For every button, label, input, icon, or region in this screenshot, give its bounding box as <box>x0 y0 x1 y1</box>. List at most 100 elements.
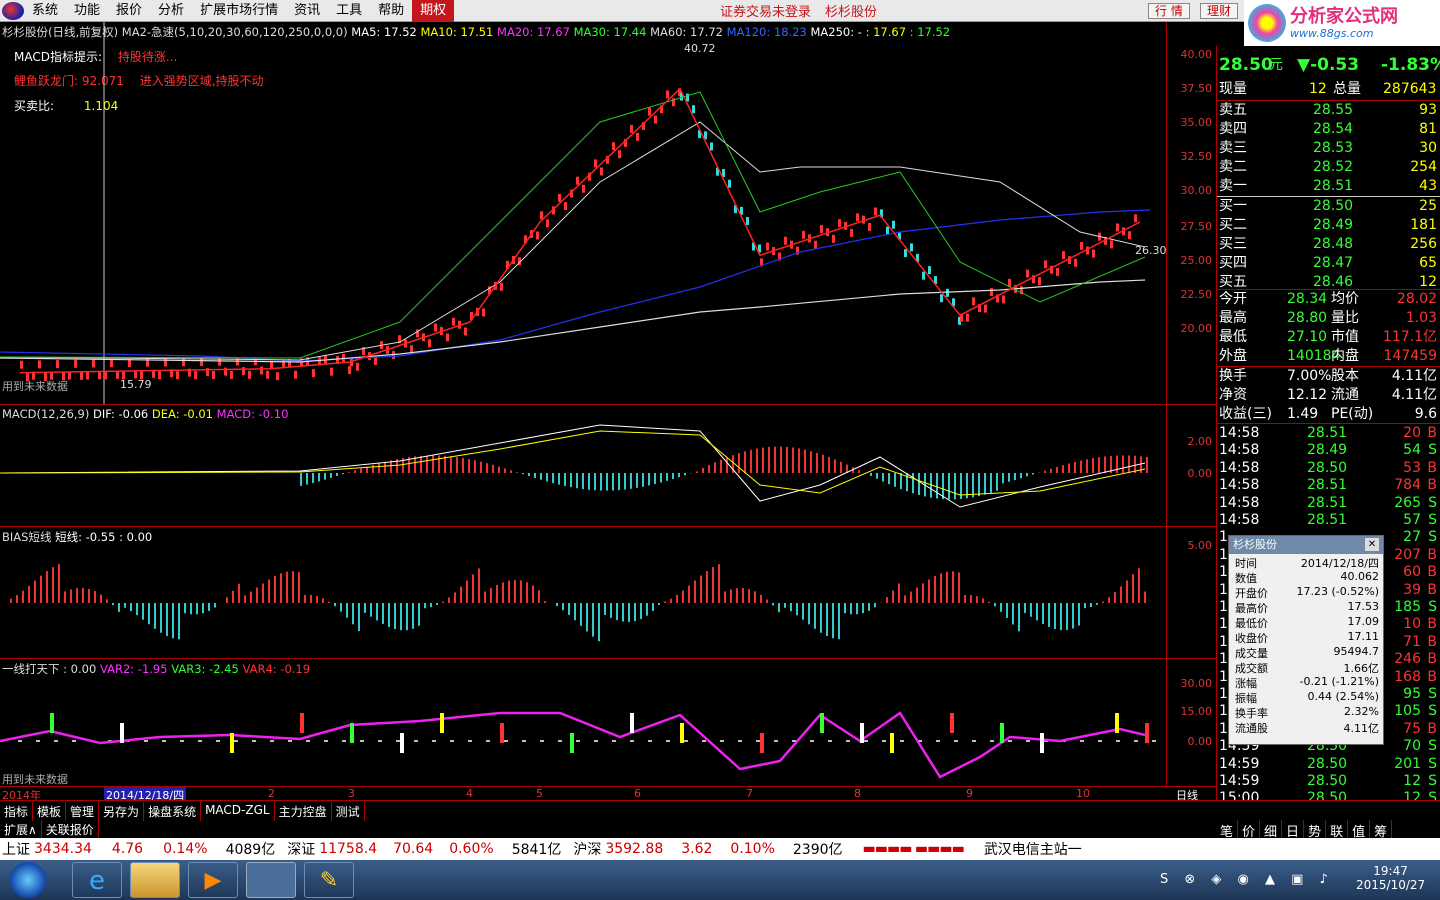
indicator-tab[interactable]: 模板 <box>33 802 67 821</box>
candle <box>20 360 23 369</box>
tick-volume: 12 <box>1403 773 1421 789</box>
macd-panel[interactable]: MACD(12,26,9) DIF: -0.06 DEA: -0.01 MACD… <box>0 404 1216 526</box>
sell-price: 28.52 <box>1313 159 1354 175</box>
finance-button[interactable]: 理财 <box>1200 3 1239 19</box>
ie-icon[interactable]: e <box>72 862 122 898</box>
tick-direction: S <box>1428 703 1437 720</box>
bias-bar <box>544 601 546 603</box>
popup-row: 最高价 17.53 <box>1229 599 1383 615</box>
start-button-icon[interactable] <box>10 862 46 898</box>
menu-news[interactable]: 资讯 <box>286 0 328 22</box>
sz-pct: 0.60% <box>449 841 494 857</box>
menu-help[interactable]: 帮助 <box>370 0 412 22</box>
menu-extended-market[interactable]: 扩展市场行情 <box>192 0 286 22</box>
candle <box>1116 223 1119 232</box>
bias-bar <box>484 591 486 603</box>
login-status[interactable]: 证券交易未登录 <box>720 5 811 20</box>
media-player-icon[interactable]: ▶ <box>188 862 238 898</box>
var-signal-bar <box>1040 733 1044 753</box>
indicator-tab[interactable]: 测试 <box>332 802 365 821</box>
menu-options[interactable]: 期权 <box>412 0 455 22</box>
indicator-tab[interactable]: 主力控盘 <box>275 802 332 821</box>
macd-bar <box>528 473 530 477</box>
tray-icons[interactable]: S ⊗ ◈ ◉ ▲ ▣ ♪ <box>1160 872 1334 887</box>
stat-value: 117.1亿 <box>1382 329 1437 345</box>
tick-direction: S <box>1428 512 1437 528</box>
macd-bar <box>324 473 326 480</box>
tick-direction: S <box>1428 738 1437 755</box>
bias-bar <box>352 603 354 625</box>
bottom-tabs: 指标 模板 管理 另存为 操盘系统 MACD-ZGL 主力控盘 测试 扩展∧ 关联报价 笔价细日… <box>0 800 1440 841</box>
price-tick: 22.50 <box>1180 288 1213 301</box>
bias-panel[interactable]: BIAS短线 短线: -0.55 : 0.00 5.00 <box>0 526 1216 658</box>
bias-bar <box>898 583 900 603</box>
indicator-tab[interactable]: 管理 <box>66 802 100 821</box>
macd-bar <box>378 463 380 473</box>
bias-bar <box>358 603 360 632</box>
tick-direction: B <box>1427 633 1437 650</box>
bias-chart <box>10 564 1146 642</box>
macd-bar <box>372 464 374 473</box>
macd-bar <box>696 471 698 473</box>
bias-bar <box>1132 574 1134 603</box>
indicator-tab[interactable]: 另存为 <box>99 802 145 821</box>
menu-system[interactable]: 系统 <box>24 0 66 22</box>
bias-bar <box>406 603 408 631</box>
bias-bar <box>1018 603 1020 632</box>
bias-bar <box>118 603 120 612</box>
bias-bar <box>730 589 732 603</box>
menu-analysis[interactable]: 分析 <box>150 0 192 22</box>
bias-bar <box>532 585 534 603</box>
var-signal-bar <box>400 733 404 753</box>
bias-bar <box>1036 603 1038 621</box>
bias-axis: 5.00 <box>1166 527 1216 658</box>
macd-bar <box>1008 473 1010 482</box>
popup-header[interactable]: 杉杉股份 ✕ <box>1229 536 1383 554</box>
bias-bar <box>238 583 240 603</box>
ext-tab[interactable]: 扩展∧ <box>0 820 42 839</box>
kline-panel[interactable]: 杉杉股份(日线,前复权) MA2-急速(5,10,20,30,60,120,25… <box>0 22 1216 404</box>
candle <box>248 370 251 379</box>
clock[interactable]: 19:47 2015/10/27 <box>1356 864 1425 892</box>
menu-tools[interactable]: 工具 <box>328 0 370 22</box>
explorer-icon[interactable] <box>130 862 180 898</box>
stock-app-icon[interactable] <box>246 862 296 898</box>
bias-bar <box>490 588 492 603</box>
xianliang-label: 现量 <box>1219 81 1247 97</box>
macd-bar <box>642 473 644 487</box>
quote-button[interactable]: 行 情 <box>1148 3 1190 19</box>
var-panel[interactable]: 一线打天下 : 0.00 VAR2: -1.95 VAR3: -2.45 VAR… <box>0 658 1216 786</box>
quote-row: 14:58 28.49 54 S <box>1217 441 1440 460</box>
macd-bar <box>438 455 440 473</box>
popup-close-icon[interactable]: ✕ <box>1365 538 1379 551</box>
stock-name-link[interactable]: 杉杉股份 <box>825 5 877 20</box>
hs-value: 3592.88 <box>605 841 664 857</box>
macd-bar <box>948 473 950 500</box>
ext-tab[interactable]: 关联报价 <box>42 820 99 839</box>
tick-direction: B <box>1427 720 1437 737</box>
ma-30-line <box>0 91 1146 359</box>
bias-bar <box>514 579 516 603</box>
server-name[interactable]: 武汉电信主站一 <box>984 839 1082 859</box>
tick-volume: 207 <box>1394 546 1421 563</box>
tick-direction: B <box>1427 668 1437 685</box>
sell-price: 28.51 <box>1313 178 1354 194</box>
macd-bar <box>492 464 494 473</box>
tick-volume: 75 <box>1403 720 1421 737</box>
indicator-tab[interactable]: 指标 <box>0 802 34 821</box>
right-marker: 26.30 <box>1135 244 1166 257</box>
bias-bar <box>508 580 510 603</box>
menu-function[interactable]: 功能 <box>66 0 108 22</box>
candle <box>212 371 215 380</box>
popup-row: 数值 40.062 <box>1229 569 1383 585</box>
menu-quote[interactable]: 报价 <box>108 0 150 22</box>
candle <box>1128 231 1131 240</box>
bias-bar <box>40 575 42 603</box>
indicator-tab[interactable]: 操盘系统 <box>144 802 202 821</box>
indicator-tab[interactable]: MACD-ZGL <box>201 802 275 821</box>
data-popup[interactable]: 杉杉股份 ✕ 时间 2014/12/18/四 数值 40.062 开盘价 17.23 (-… <box>1228 535 1384 745</box>
bias-bar <box>184 603 186 614</box>
tick-direction: B <box>1427 425 1437 441</box>
paint-icon[interactable]: ✎ <box>304 862 354 898</box>
chart-area[interactable]: 杉杉股份(日线,前复权) MA2-急速(5,10,20,30,60,120,25… <box>0 22 1216 803</box>
